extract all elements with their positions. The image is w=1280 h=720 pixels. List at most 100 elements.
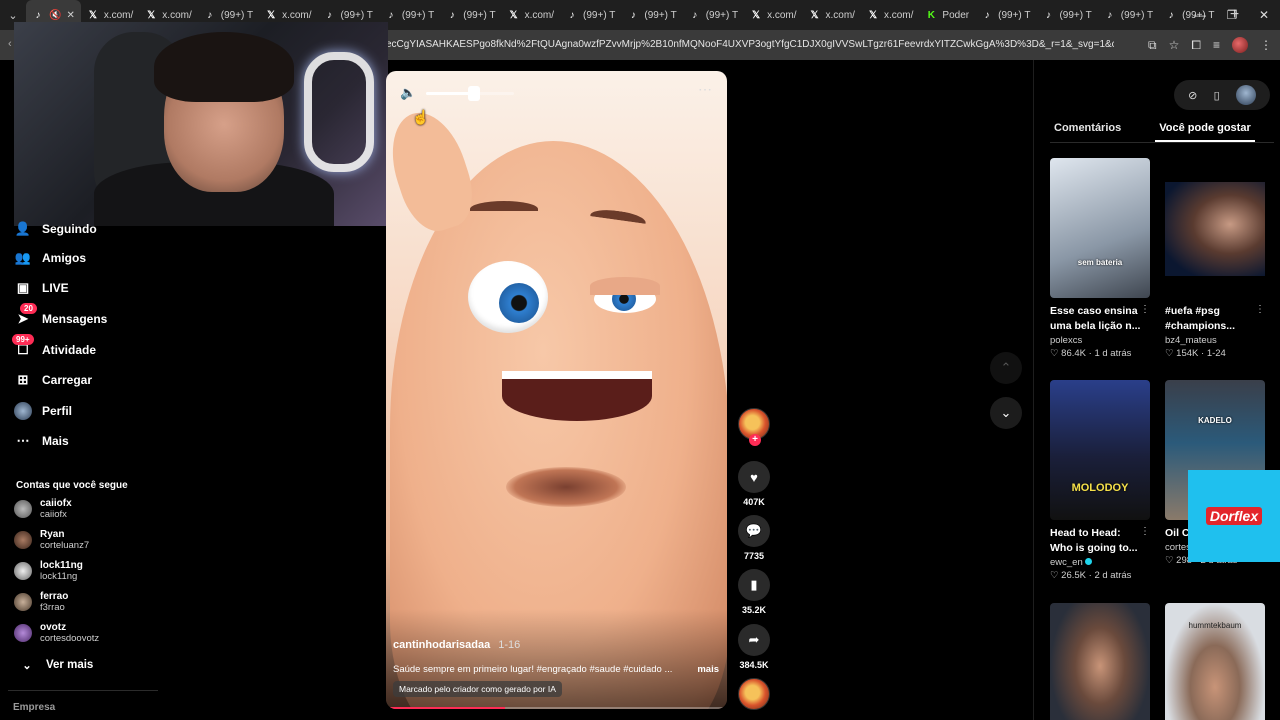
volume-slider[interactable] — [426, 86, 514, 101]
video-progress-bar[interactable] — [386, 707, 727, 709]
nav-item-messages[interactable]: ➤ 20 Mensagens — [14, 303, 107, 328]
volume-thumb[interactable] — [468, 86, 481, 101]
volume-icon[interactable]: 🔈 — [400, 85, 416, 101]
browser-tab-label: (99+) T — [644, 9, 677, 21]
suggested-video-card[interactable]: MOLODOY ⋮ Head to Head: Who is going to.… — [1050, 380, 1150, 581]
browser-tab-label: x.com/ — [162, 9, 192, 21]
card-date: 1-24 — [1206, 348, 1226, 359]
comment-action[interactable]: 💬 7735 — [738, 515, 770, 561]
share-action[interactable]: ➦ 384.5K — [738, 624, 770, 670]
music-disc-button[interactable] — [738, 678, 770, 710]
save-action[interactable]: ▮ 35.2K — [738, 569, 770, 615]
tab-comments[interactable]: Comentários — [1050, 116, 1125, 142]
friends-icon: 👥 — [14, 250, 32, 265]
suggested-video-card[interactable]: ⋮ #uefa #psg #champions... bz4_mateus ♡ … — [1165, 158, 1265, 359]
card-author-row[interactable]: ewc_en — [1050, 557, 1150, 568]
extensions-icon[interactable]: ⧠ — [1191, 38, 1201, 53]
followed-account[interactable]: caiiofx caiiofx — [14, 498, 72, 520]
nav-item-upload[interactable]: ⊞ Carregar — [14, 371, 92, 389]
browser-tab[interactable]: ♪ (99+) T — [1036, 0, 1097, 30]
account-handle: corteluanz7 — [40, 540, 90, 551]
maximize-icon[interactable]: ❐ — [1216, 0, 1248, 30]
follow-plus-icon[interactable]: + — [749, 434, 761, 446]
video-author[interactable]: cantinhodarisadaa — [393, 639, 490, 651]
back-icon[interactable]: ‹ — [8, 38, 12, 50]
mute-tab-icon[interactable]: 🔇 — [49, 10, 61, 21]
suggested-video-card[interactable]: sem bateria ⋮ Esse caso ensina uma bela … — [1050, 158, 1150, 359]
card-author[interactable]: bz4_mateus — [1165, 335, 1265, 346]
browser-tab-label: Poder — [942, 9, 970, 21]
browser-tab[interactable]: 𝕏x.com/ — [861, 0, 919, 30]
nav-item-following[interactable]: 👤 Seguindo — [14, 220, 97, 238]
share-count: 384.5K — [739, 660, 769, 670]
compass-icon[interactable]: ⊘ — [1188, 89, 1197, 102]
caption-text: Saúde sempre em primeiro lugar! #engraça… — [393, 664, 673, 675]
browser-tab[interactable]: ♪ (99+) T — [379, 0, 440, 30]
nav-item-profile[interactable]: Perfil — [14, 402, 72, 420]
next-video-button[interactable]: ⌄ — [990, 397, 1022, 429]
url-field[interactable]: ecCgYIASAHKAESPgo8fkNd%2FtQUAgna0wzfPZvv… — [386, 30, 1114, 60]
company-link[interactable]: Empresa — [13, 702, 55, 713]
media-controls-icon[interactable]: ≡ — [1213, 38, 1220, 52]
video-player[interactable]: 🔈 ⋯ ☝ cantinhodarisadaa 1-16 Saúde sempr… — [386, 71, 727, 709]
card-date: 1 d atrás — [1094, 348, 1132, 359]
nav-item-live[interactable]: ▣ LIVE — [14, 279, 69, 297]
comment-icon[interactable]: 💬 — [738, 515, 770, 547]
followed-account[interactable]: Ryan corteluanz7 — [14, 529, 89, 551]
nav-item-friends[interactable]: 👥 Amigos — [14, 249, 86, 267]
panel-tabs: Comentários Você pode gostar — [1050, 116, 1274, 142]
see-more-button[interactable]: ⌄ Ver mais — [18, 656, 93, 674]
browser-tab-label: (99+) T — [340, 9, 373, 21]
close-window-icon[interactable]: ✕ — [1248, 0, 1280, 30]
browser-tab[interactable]: K Poder — [919, 0, 975, 30]
browser-profile-avatar[interactable] — [1232, 37, 1248, 53]
video-thumbnail — [1050, 603, 1150, 720]
browser-tab[interactable]: 𝕏x.com/ — [744, 0, 802, 30]
suggested-video-card[interactable]: hummtekbaum — [1165, 603, 1265, 720]
messages-icon: ➤ 20 — [14, 303, 37, 328]
heart-icon[interactable]: ♥ — [738, 461, 770, 493]
avatar — [14, 531, 32, 549]
browser-tab[interactable]: ♪ (99+) T — [683, 0, 744, 30]
nav-label: LIVE — [42, 281, 69, 295]
like-action[interactable]: ♥ 407K — [738, 461, 770, 507]
card-menu-icon[interactable]: ⋮ — [1140, 304, 1150, 315]
caption-more-button[interactable]: mais — [697, 664, 719, 675]
browser-menu-icon[interactable]: ⋮ — [1260, 38, 1272, 52]
more-options-icon[interactable]: ⋯ — [698, 81, 713, 98]
phone-icon[interactable]: ▯ — [1214, 89, 1220, 102]
close-tab-icon[interactable]: ✕ — [66, 10, 74, 21]
bookmark-star-icon[interactable]: ☆ — [1169, 38, 1180, 52]
followed-account[interactable]: lock11ng lock11ng — [14, 560, 83, 582]
followed-account[interactable]: ovotz cortesdoovotz — [14, 622, 99, 644]
previous-video-button[interactable]: ⌃ — [990, 352, 1022, 384]
card-menu-icon[interactable]: ⋮ — [1255, 304, 1265, 315]
browser-tab[interactable]: ♪ (99+) T — [621, 0, 682, 30]
browser-tab[interactable]: ♪ (99+) T — [440, 0, 501, 30]
browser-tab[interactable]: ♪ (99+) T — [560, 0, 621, 30]
nav-item-activity[interactable]: ☐ 99+ Atividade — [12, 334, 96, 359]
browser-tab-label: x.com/ — [103, 9, 134, 21]
suggested-video-card[interactable] — [1050, 603, 1150, 720]
nav-item-more[interactable]: ⋯ Mais — [14, 432, 69, 450]
tab-you-may-like[interactable]: Você pode gostar — [1155, 116, 1255, 142]
followed-account[interactable]: ferrao f3rrao — [14, 591, 68, 613]
video-caption: Saúde sempre em primeiro lugar! #engraça… — [393, 664, 719, 675]
bookmark-icon[interactable]: ▮ — [738, 569, 770, 601]
browser-tab-label: (99+) T — [220, 9, 254, 21]
share-icon[interactable]: ➦ — [738, 624, 770, 656]
user-avatar[interactable] — [1235, 85, 1256, 105]
minimize-icon[interactable]: — — [1184, 0, 1216, 30]
browser-tab[interactable]: 𝕏x.com/ — [502, 0, 560, 30]
card-author[interactable]: polexcs — [1050, 335, 1150, 346]
video-thumbnail: hummtekbaum — [1165, 603, 1265, 720]
browser-tab[interactable]: 𝕏x.com/ — [803, 0, 861, 30]
creator-avatar-button[interactable]: + — [738, 408, 770, 446]
card-menu-icon[interactable]: ⋮ — [1140, 526, 1150, 537]
browser-tab[interactable]: ♪ (99+) T — [975, 0, 1036, 30]
tiktok-favicon-icon: ♪ — [1045, 9, 1051, 21]
video-thumbnail: sem bateria — [1050, 158, 1150, 298]
install-app-icon[interactable]: ⧉ — [1148, 38, 1157, 53]
heart-icon: ♡ — [1165, 555, 1174, 566]
browser-tab[interactable]: ♪ (99+) T — [1098, 0, 1159, 30]
